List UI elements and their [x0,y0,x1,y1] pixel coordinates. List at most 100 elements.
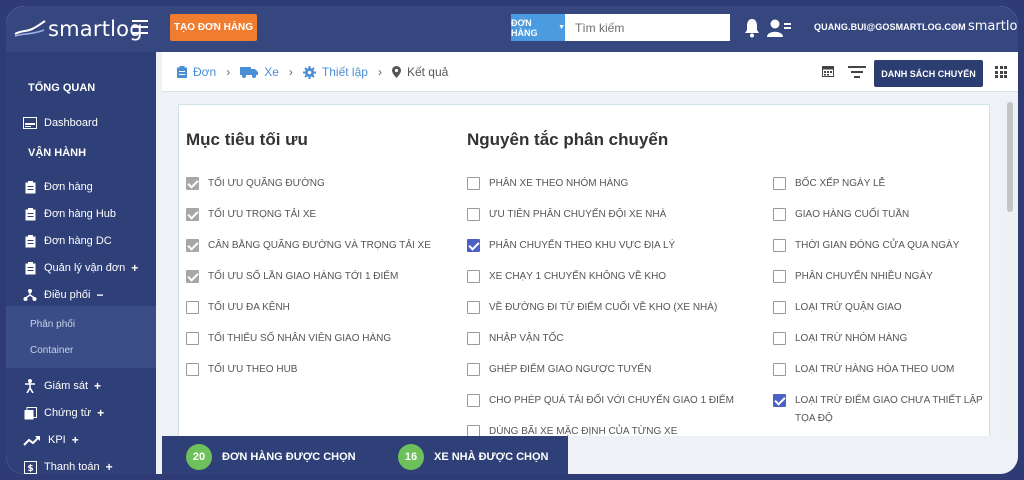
checkbox-option[interactable]: CHO PHÉP QUÁ TẢI ĐỐI VỚI CHUYẾN GIAO 1 Đ… [467,392,734,410]
checkbox-unchecked[interactable] [186,301,199,314]
checkbox-option[interactable]: GIAO HÀNG CUỐI TUẦN [773,206,909,224]
user-menu-icon[interactable] [767,18,791,38]
checkbox-unchecked[interactable] [467,270,480,283]
apps-grid-icon[interactable] [995,66,1007,78]
checkbox-unchecked[interactable] [186,363,199,376]
checkbox-unchecked[interactable] [773,301,786,314]
dispatch-submenu: Phân phối Container [6,306,156,368]
checkbox-unchecked[interactable] [773,177,786,190]
checkbox-label: BỐC XẾP NGÀY LỄ [795,178,886,189]
trip-list-button[interactable]: DANH SÁCH CHUYẾN [874,60,983,87]
sidebar-item-monitoring[interactable]: Giám sát + [6,375,156,397]
sidebar-item-orders[interactable]: Đơn hàng [6,176,156,198]
dashboard-icon [23,116,37,130]
submenu-item-container[interactable]: Container [30,345,73,356]
expand-icon[interactable]: + [72,433,79,447]
checkbox-unchecked[interactable] [467,177,480,190]
sidebar-item-payment[interactable]: $ Thanh toán + [6,456,156,474]
user-email[interactable]: QUANG.BUI@GOSMARTLOG.COM [814,22,966,32]
content-scrollbar[interactable] [1006,102,1014,436]
checkbox-option[interactable]: THỜI GIAN ĐÓNG CỬA QUA NGÀY [773,237,959,255]
checkbox-option[interactable]: PHÂN CHUYẾN THEO KHU VỰC ĐỊA LÝ [467,237,675,255]
checkbox-option[interactable]: TỐI ƯU THEO HUB [186,361,297,379]
trucks-count-badge: 16 [398,444,424,470]
section-operation: VẬN HÀNH [28,147,87,159]
checkbox-checked[interactable] [467,239,480,252]
checkbox-option[interactable]: XE CHẠY 1 CHUYẾN KHÔNG VỀ KHO [467,268,666,286]
checkbox-option[interactable]: TỐI ƯU TRỌNG TẢI XE [186,206,316,224]
expand-icon[interactable]: + [131,261,138,275]
filter-icon[interactable] [848,65,866,79]
search-type-dropdown[interactable]: ĐƠN HÀNG ▼ [511,14,565,41]
checkbox-checked[interactable] [186,270,199,283]
checkbox-option[interactable]: PHÂN XE THEO NHÓM HÀNG [467,175,628,193]
checkbox-option[interactable]: LOẠI TRỪ ĐIỂM GIAO CHƯA THIẾT LẬP TỌA ĐỘ [773,392,989,428]
collapse-icon[interactable]: − [96,288,103,302]
checkbox-unchecked[interactable] [773,239,786,252]
sidebar-item-documents[interactable]: Chứng từ + [6,402,156,424]
checkbox-unchecked[interactable] [467,208,480,221]
search-type-label: ĐƠN HÀNG [511,17,538,38]
hamburger-menu-icon[interactable] [132,20,148,36]
checkbox-option[interactable]: BỐC XẾP NGÀY LỄ [773,175,885,193]
submenu-item-distribution[interactable]: Phân phối [30,319,75,330]
checkbox-label: GIAO HÀNG CUỐI TUẦN [795,209,910,220]
trucks-selected[interactable]: 16 XE NHÀ ĐƯỢC CHỌN [398,444,548,470]
search-input[interactable] [565,14,730,41]
sidebar-item-kpi[interactable]: KPI + [6,429,156,451]
breadcrumb-trucks[interactable]: Xe [240,65,279,79]
checkbox-option[interactable]: PHÂN CHUYẾN NHIỀU NGÀY [773,268,933,286]
checkbox-unchecked[interactable] [773,363,786,376]
checkbox-unchecked[interactable] [186,332,199,345]
checkbox-option[interactable]: CÂN BẰNG QUÃNG ĐƯỜNG VÀ TRỌNG TẢI XE [186,237,431,255]
bell-icon[interactable] [744,18,760,38]
brand-name: smartlog [48,17,143,41]
chevron-down-icon[interactable]: ▼ [950,22,958,31]
checkbox-label: GHÉP ĐIỂM GIAO NGƯỢC TUYẾN [489,364,652,375]
checkbox-unchecked[interactable] [467,301,480,314]
breadcrumb-label: Thiết lập [321,65,368,79]
checkbox-checked[interactable] [186,177,199,190]
clipboard-icon [23,180,37,194]
checkbox-checked[interactable] [773,394,786,407]
sidebar-item-waybill[interactable]: Quản lý vận đơn + [6,257,156,279]
checkbox-option[interactable]: LOẠI TRỪ HÀNG HÓA THEO UOM [773,361,954,379]
sidebar-item-dispatch[interactable]: Điều phối − [6,284,156,306]
checkbox-unchecked[interactable] [467,332,480,345]
sidebar-item-orders-hub[interactable]: Đơn hàng Hub [6,203,156,225]
checkbox-checked[interactable] [186,239,199,252]
breadcrumb-settings[interactable]: Thiết lập [302,65,368,79]
checkbox-unchecked[interactable] [467,394,480,407]
create-order-button[interactable]: TẠO ĐƠN HÀNG [170,14,257,41]
expand-icon[interactable]: + [97,406,104,420]
checkbox-option[interactable]: TỐI ƯU QUÃNG ĐƯỜNG [186,175,325,193]
checkbox-option[interactable]: TỐI ƯU ĐA KÊNH [186,299,290,317]
checkbox-option[interactable]: NHẬP VẬN TỐC [467,330,564,348]
checkbox-label: LOẠI TRỪ NHÓM HÀNG [795,333,908,344]
checkbox-label: TỐI ƯU QUÃNG ĐƯỜNG [208,178,325,189]
checkbox-unchecked[interactable] [773,208,786,221]
checkbox-unchecked[interactable] [467,363,480,376]
trend-icon [23,433,41,447]
scrollbar-thumb[interactable] [1007,102,1013,212]
checkbox-option[interactable]: LOẠI TRỪ QUẬN GIAO [773,299,902,317]
sidebar-item-orders-dc[interactable]: Đơn hàng DC [6,230,156,252]
checkbox-label: THỜI GIAN ĐÓNG CỬA QUA NGÀY [795,240,960,251]
checkbox-option[interactable]: GHÉP ĐIỂM GIAO NGƯỢC TUYẾN [467,361,651,379]
orders-selected[interactable]: 20 ĐƠN HÀNG ĐƯỢC CHỌN [186,444,356,470]
sidebar-item-label: Dashboard [44,117,98,129]
checkbox-option[interactable]: TỐI THIỂU SỐ NHÂN VIÊN GIAO HÀNG [186,330,391,348]
checkbox-checked[interactable] [186,208,199,221]
checkbox-option[interactable]: ƯU TIÊN PHÂN CHUYẾN ĐỘI XE NHÀ [467,206,666,224]
breadcrumb-orders[interactable]: Đơn [177,65,216,79]
expand-icon[interactable]: + [94,379,101,393]
expand-icon[interactable]: + [106,460,113,474]
checkbox-unchecked[interactable] [773,332,786,345]
sidebar-item-dashboard[interactable]: Dashboard [6,112,156,134]
checkbox-option[interactable]: VỀ ĐƯỜNG ĐI TỪ ĐIỂM CUỐI VỀ KHO (XE NHÀ) [467,299,717,317]
brand-logo[interactable]: smartlog [14,15,143,43]
checkbox-option[interactable]: LOẠI TRỪ NHÓM HÀNG [773,330,907,348]
checkbox-unchecked[interactable] [773,270,786,283]
calendar-icon[interactable] [822,65,834,77]
checkbox-option[interactable]: TỐI ƯU SỐ LẦN GIAO HÀNG TỚI 1 ĐIỂM [186,268,398,286]
